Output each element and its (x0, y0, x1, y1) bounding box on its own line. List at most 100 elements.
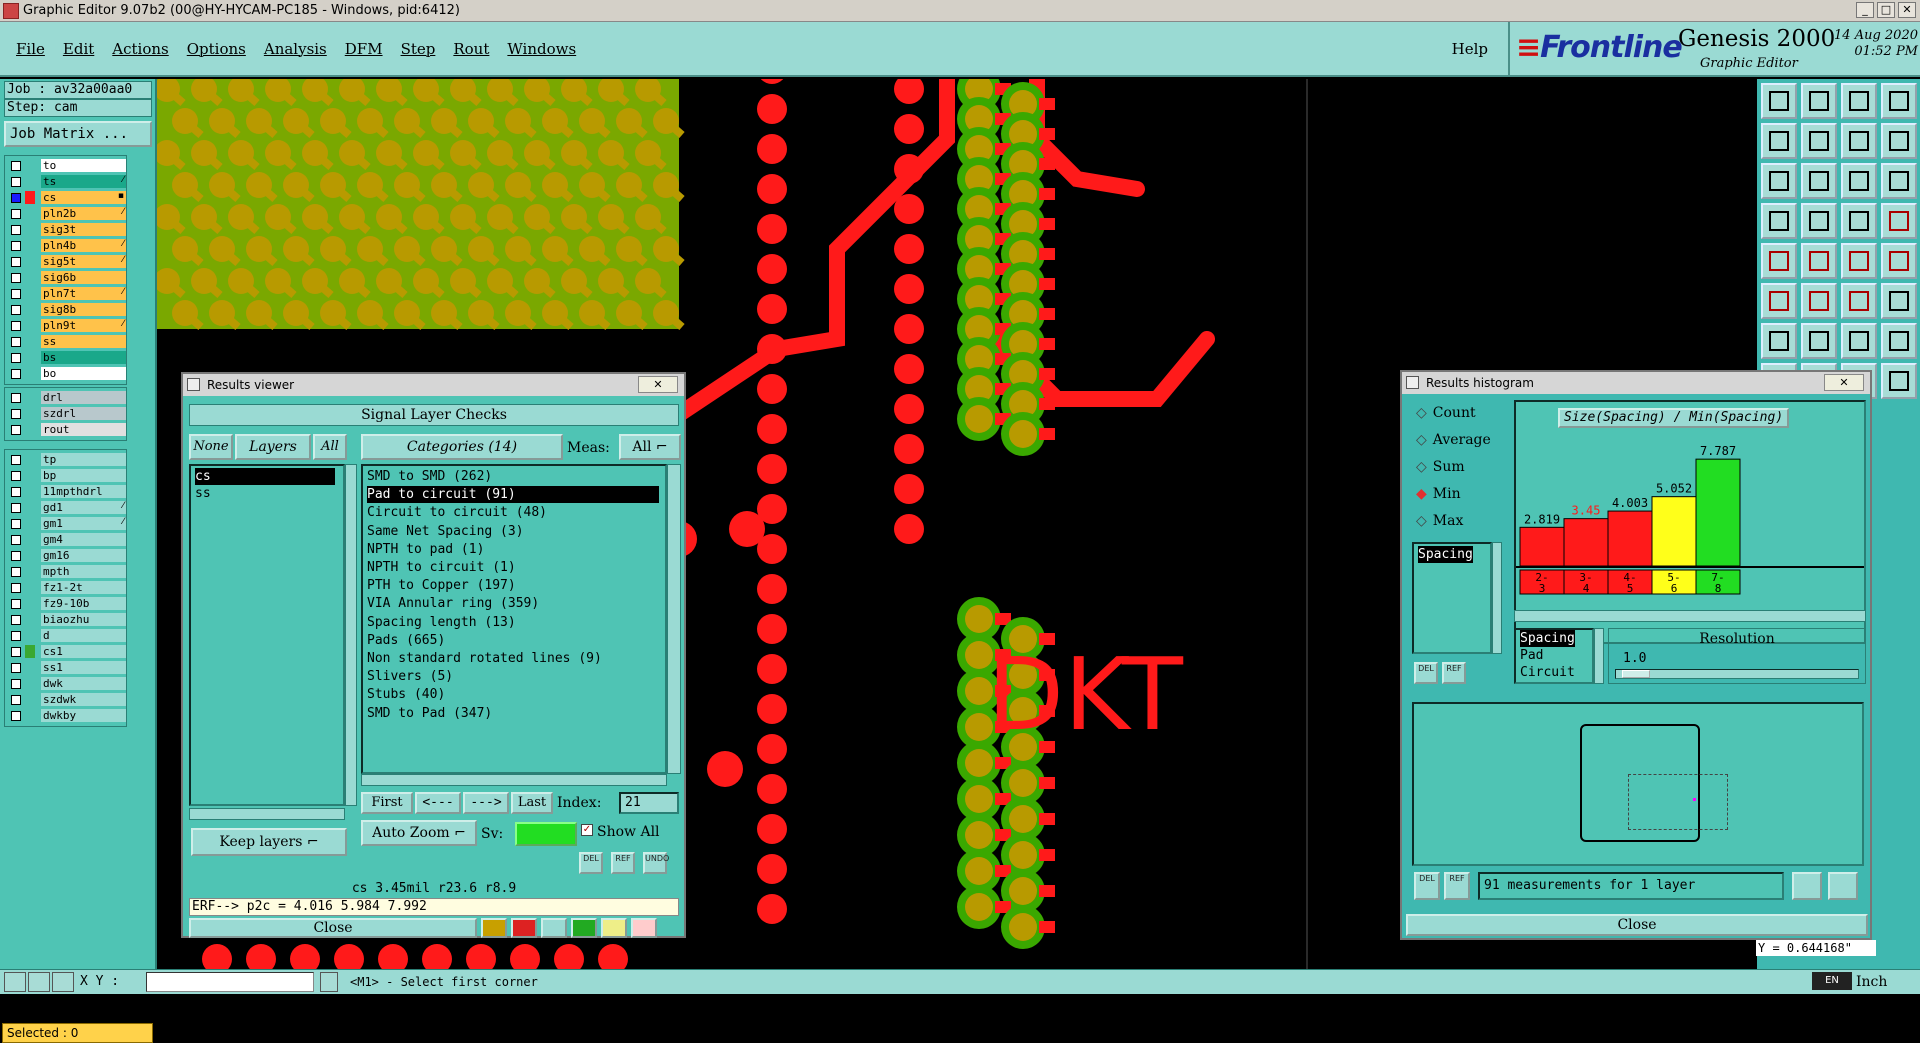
net-highlight-icon[interactable] (1841, 203, 1877, 239)
record-icon[interactable] (1761, 243, 1797, 279)
histogram-bar[interactable] (1607, 510, 1653, 567)
radio-diamond-icon[interactable]: ◇ (1416, 405, 1427, 421)
prev-step-icon[interactable] (1761, 123, 1797, 159)
filter-none-button[interactable]: None (189, 434, 233, 460)
histogram-bar[interactable] (1519, 526, 1565, 567)
cross-icon[interactable] (1801, 283, 1837, 319)
layer-checkbox[interactable] (11, 353, 21, 363)
layer-checkbox[interactable] (11, 289, 21, 299)
line-blue-icon[interactable] (1801, 323, 1837, 359)
layer-row-pln7t[interactable]: pln7t ⁄ (7, 286, 126, 301)
layer-checkbox[interactable] (11, 503, 21, 513)
menu-edit[interactable]: Edit (61, 40, 96, 58)
layer-checkbox[interactable] (11, 257, 21, 267)
histogram-hscrollbar[interactable] (1514, 610, 1866, 622)
xy-input[interactable] (146, 972, 314, 992)
show-all-checkbox[interactable]: ✓ (581, 824, 593, 836)
layer-row-mpth[interactable]: mpth (7, 564, 126, 579)
category-list-scrollbar[interactable] (667, 464, 681, 774)
layer-checkbox[interactable] (11, 695, 21, 705)
pad-icon[interactable] (1881, 243, 1917, 279)
close-window-button[interactable]: ✕ (1898, 2, 1916, 18)
snap-icon[interactable] (1761, 203, 1797, 239)
layer-checkbox[interactable] (11, 535, 21, 545)
layer-checkbox[interactable] (11, 455, 21, 465)
layer-row-drl[interactable]: drl (7, 390, 126, 405)
map-delete-icon[interactable]: DEL (1414, 872, 1440, 900)
measure-icon[interactable] (28, 972, 50, 992)
histogram-bar[interactable] (1695, 458, 1741, 567)
language-indicator[interactable]: EN (1812, 972, 1852, 990)
layer-row-sig5t[interactable]: sig5t ⁄ (7, 254, 126, 269)
menu-file[interactable]: File (14, 40, 47, 58)
measure-circuit[interactable]: Circuit (1520, 664, 1575, 681)
home-icon[interactable] (1761, 83, 1797, 119)
zoom-home-icon[interactable] (1761, 163, 1797, 199)
layer-checkbox[interactable] (11, 241, 21, 251)
category-item[interactable]: Non standard rotated lines (9) (367, 650, 659, 667)
results-close-button[interactable]: Close (189, 918, 477, 938)
zoom-icon[interactable] (1792, 872, 1822, 900)
layer-checkbox[interactable] (11, 409, 21, 419)
layer-row-tp[interactable]: tp (7, 452, 126, 467)
mode-sum[interactable]: ◇ Sum (1412, 456, 1465, 478)
line-red-icon[interactable] (1761, 323, 1797, 359)
layer-row-gm4[interactable]: gm4 (7, 532, 126, 547)
layer-item-cs[interactable]: cs (195, 468, 335, 485)
menu-analysis[interactable]: Analysis (262, 40, 329, 58)
menu-step[interactable]: Step (399, 40, 438, 58)
layer-row-szdrl[interactable]: szdrl (7, 406, 126, 421)
filter-layers-button[interactable]: Layers (235, 434, 311, 460)
index-input[interactable]: 21 (619, 792, 679, 814)
layer-checkbox[interactable] (11, 177, 21, 187)
layer-checkbox[interactable] (11, 567, 21, 577)
layer-row-ss[interactable]: ss (7, 334, 126, 349)
mode-average[interactable]: ◇ Average (1412, 429, 1491, 451)
layer-row-bo[interactable]: bo (7, 366, 126, 381)
menu-windows[interactable]: Windows (505, 40, 578, 58)
view-window[interactable] (1628, 774, 1728, 830)
maximize-button[interactable]: □ (1877, 2, 1895, 18)
category-item[interactable]: Pad to circuit (91) (367, 486, 659, 504)
histogram-icon[interactable] (631, 918, 657, 938)
layer-checkbox[interactable] (11, 369, 21, 379)
layer-row-rout[interactable]: rout (7, 422, 126, 437)
measure-spacing[interactable]: Spacing (1520, 630, 1575, 647)
curve-icon[interactable] (1841, 283, 1877, 319)
delete-icon[interactable]: DEL (579, 852, 603, 874)
category-item[interactable]: Slivers (5) (367, 668, 659, 685)
layer-row-sig6b[interactable]: sig6b (7, 270, 126, 285)
job-matrix-button[interactable]: Job Matrix ... (4, 121, 152, 147)
layer-row-pln9t[interactable]: pln9t ⁄ (7, 318, 126, 333)
category-item[interactable]: Stubs (40) (367, 686, 659, 703)
keep-layers-select[interactable]: Keep layers ⌐ (191, 828, 347, 856)
category-item[interactable]: Same Net Spacing (3) (367, 523, 659, 540)
layer-checkbox[interactable] (11, 393, 21, 403)
radio-diamond-icon[interactable]: ◇ (1416, 459, 1427, 475)
mode-max[interactable]: ◇ Max (1412, 510, 1463, 532)
category-item[interactable]: Circuit to circuit (48) (367, 504, 659, 521)
layer-checkbox[interactable] (11, 679, 21, 689)
category-item[interactable]: VIA Annular ring (359) (367, 595, 659, 612)
split-icon[interactable] (1881, 283, 1917, 319)
net-select-icon[interactable] (1881, 203, 1917, 239)
layer-checkbox[interactable] (11, 487, 21, 497)
hist-delete-icon[interactable]: DEL (1414, 662, 1438, 684)
layer-row-bs[interactable]: bs (7, 350, 126, 365)
layer-row-fz1-2t[interactable]: fz1-2t (7, 580, 126, 595)
category-item[interactable]: NPTH to pad (1) (367, 541, 659, 558)
layer-checkbox[interactable] (11, 551, 21, 561)
fit-icon[interactable] (1828, 872, 1858, 900)
layer-list-scrollbar[interactable] (345, 464, 357, 806)
refresh-icon[interactable]: REF (611, 852, 635, 874)
histogram-close-x[interactable]: ✕ (1824, 374, 1864, 391)
undo-icon[interactable]: UNDO (643, 852, 669, 874)
layer-checkbox[interactable] (11, 711, 21, 721)
layer-checkbox[interactable] (11, 321, 21, 331)
category-list-hscrollbar[interactable] (361, 774, 667, 786)
category-item[interactable]: Spacing length (13) (367, 614, 659, 631)
category-item[interactable]: NPTH to circuit (1) (367, 559, 659, 576)
histogram-bar[interactable] (1563, 518, 1609, 567)
map-refresh-icon[interactable]: REF (1444, 872, 1470, 900)
layer-checkbox[interactable] (11, 631, 21, 641)
